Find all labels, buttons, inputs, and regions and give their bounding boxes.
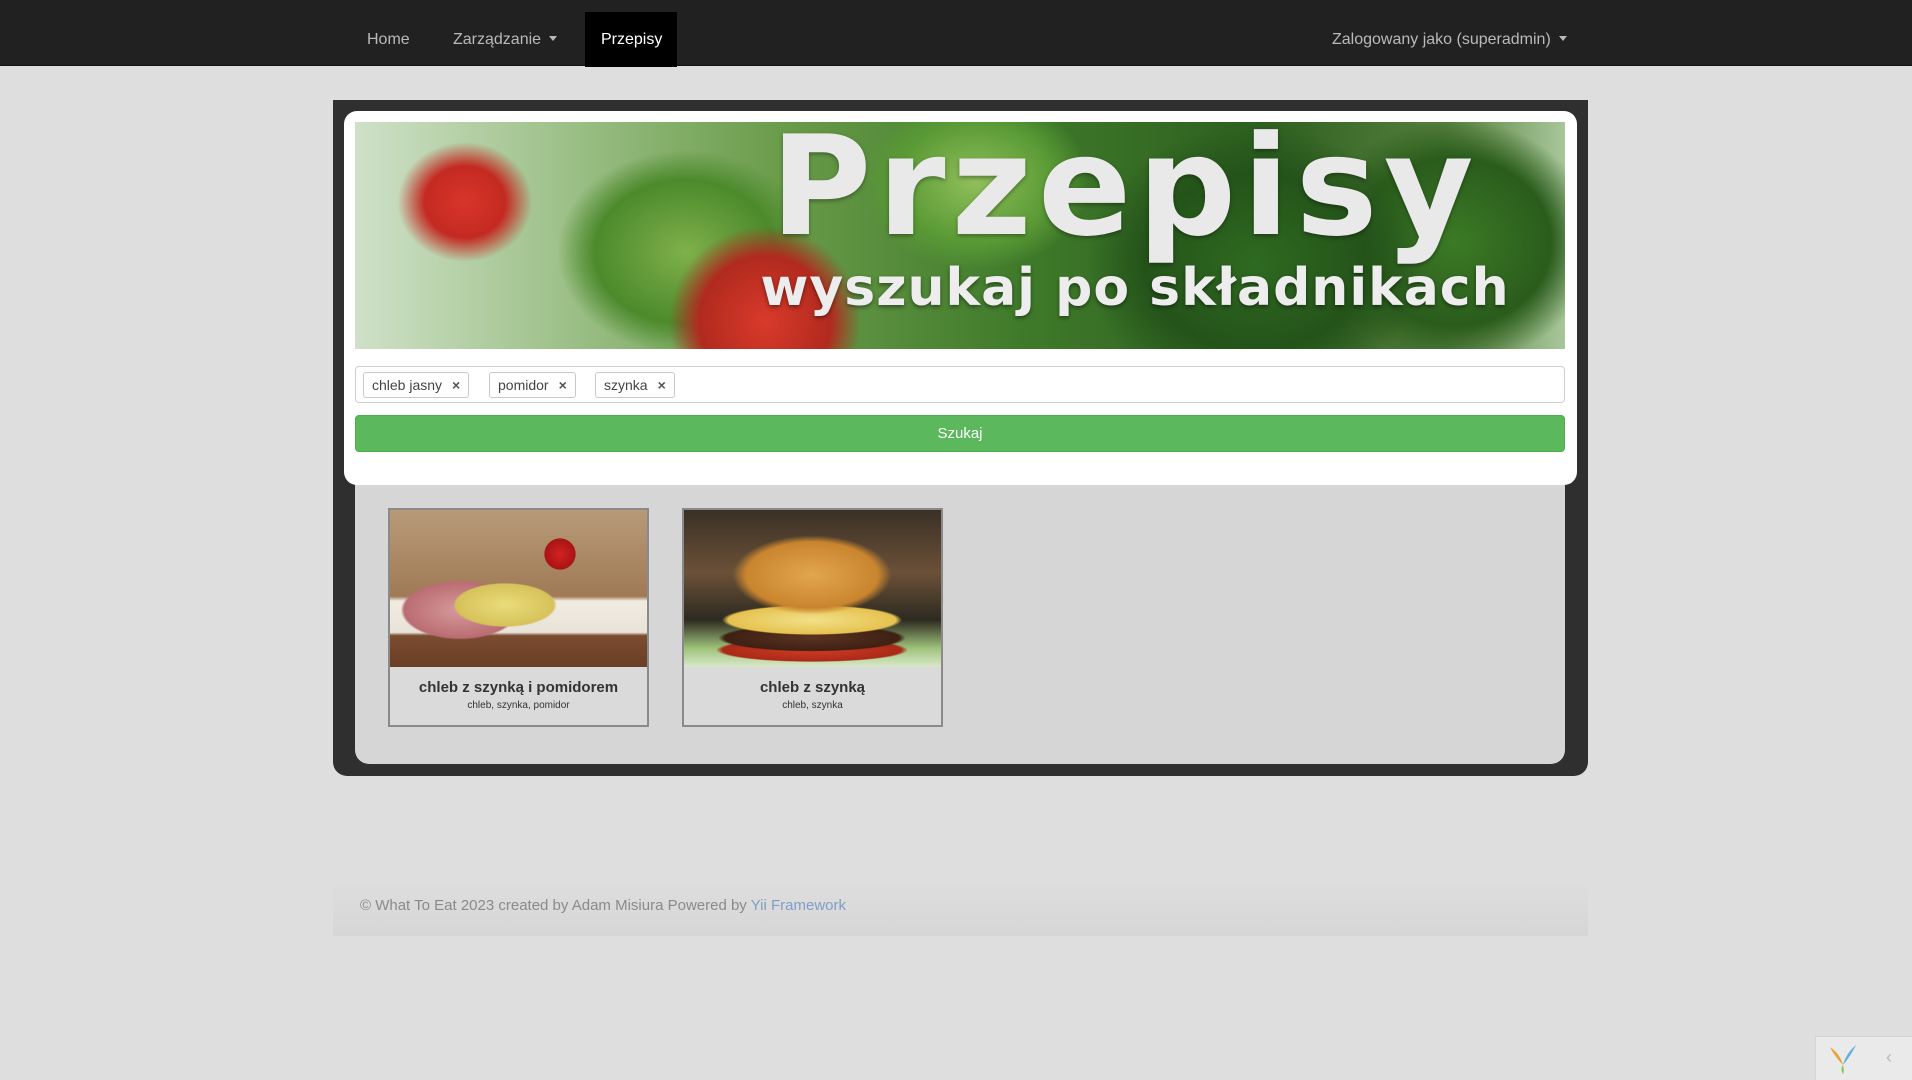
recipe-caption: chleb z szynką i pomidorem chleb, szynka…	[390, 667, 647, 725]
recipe-card[interactable]: chleb z szynką i pomidorem chleb, szynka…	[388, 508, 649, 727]
ingredient-tag-label: szynka	[604, 377, 648, 393]
recipe-title: chleb z szynką	[759, 679, 866, 696]
close-icon[interactable]: ×	[658, 373, 666, 397]
ingredient-tag: chleb jasny ×	[363, 372, 470, 398]
banner-title: Przepisy	[770, 122, 1480, 267]
recipe-ingredients: chleb, szynka	[782, 700, 843, 711]
recipe-caption: chleb z szynką chleb, szynka	[684, 667, 941, 725]
close-icon[interactable]: ×	[452, 373, 460, 397]
caret-down-icon	[1558, 36, 1567, 41]
recipe-image	[684, 510, 941, 667]
ingredient-tag: szynka ×	[595, 372, 675, 398]
recipe-ingredients: chleb, szynka, pomidor	[467, 700, 570, 711]
footer-copyright: © What To Eat 2023 created by Adam Misiu…	[360, 897, 751, 914]
nav-recipes-label: Przepisy	[601, 31, 663, 48]
debug-toolbar[interactable]: ‹	[1815, 1036, 1912, 1080]
ingredient-tag-label: pomidor	[498, 377, 549, 393]
banner-subtitle: wyszukaj po składnikach	[760, 258, 1510, 318]
ingredients-tag-input[interactable]: chleb jasny × pomidor × szynka ×	[355, 366, 1565, 403]
caret-down-icon	[549, 36, 558, 41]
nav-management-label: Zarządzanie	[453, 31, 542, 48]
ingredient-tag: pomidor ×	[489, 372, 576, 398]
top-navbar: Home Zarządzanie Przepisy Zalogowany jak…	[0, 0, 1912, 67]
yii-logo-icon[interactable]	[1826, 1043, 1860, 1075]
footer-text: © What To Eat 2023 created by Adam Misiu…	[360, 897, 846, 914]
ingredient-tag-label: chleb jasny	[372, 377, 443, 393]
recipe-card[interactable]: chleb z szynką chleb, szynka	[682, 508, 943, 727]
chevron-left-icon[interactable]: ‹	[1886, 1047, 1892, 1068]
nav-home[interactable]: Home	[351, 12, 426, 67]
nav-home-label: Home	[367, 31, 410, 48]
user-menu-label: Zalogowany jako (superadmin)	[1332, 31, 1551, 48]
recipe-title: chleb z szynką i pomidorem	[418, 679, 619, 696]
search-button[interactable]: Szukaj	[355, 415, 1565, 452]
page-footer: © What To Eat 2023 created by Adam Misiu…	[333, 880, 1588, 936]
nav-management-dropdown[interactable]: Zarządzanie	[437, 12, 573, 67]
user-menu-dropdown[interactable]: Zalogowany jako (superadmin)	[1316, 12, 1583, 67]
yii-framework-link[interactable]: Yii Framework	[751, 897, 846, 914]
close-icon[interactable]: ×	[559, 373, 567, 397]
recipe-image	[390, 510, 647, 667]
hero-banner: Przepisy wyszukaj po składnikach	[355, 122, 1565, 349]
nav-recipes[interactable]: Przepisy	[585, 12, 677, 67]
